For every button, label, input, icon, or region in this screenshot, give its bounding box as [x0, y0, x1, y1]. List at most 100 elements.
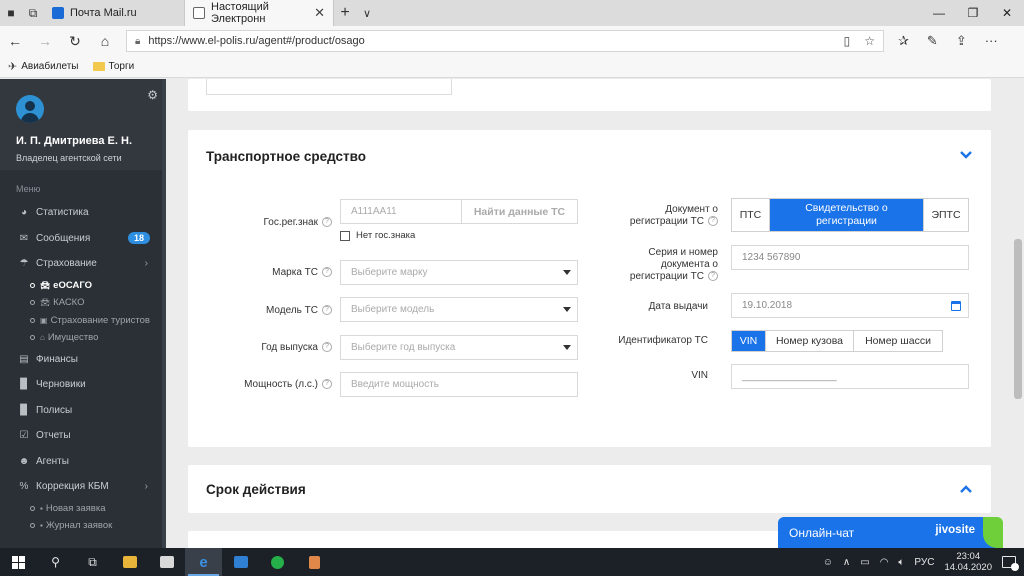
url-input[interactable]: 🔒︎ https://www.el-polis.ru/agent#/produc…: [126, 30, 884, 52]
restore-icon[interactable]: ❐: [956, 6, 990, 20]
forward-icon[interactable]: →: [30, 33, 60, 49]
sidebar-sub-new-request[interactable]: ▪ Новая заявка: [0, 500, 166, 518]
sidebar-item-insurance[interactable]: ☂ Страхование ›: [0, 251, 166, 277]
network-icon[interactable]: ▭: [860, 557, 869, 568]
doc-option-certificate[interactable]: Свидетельство о регистрации: [770, 199, 924, 231]
help-icon[interactable]: ?: [322, 267, 332, 278]
avatar[interactable]: [16, 95, 44, 123]
people-icon[interactable]: ☺: [823, 557, 833, 568]
find-vehicle-button[interactable]: Найти данные ТС: [461, 199, 578, 224]
no-plate-label: Нет гос.знака: [356, 230, 416, 241]
refresh-icon[interactable]: ↻: [60, 33, 90, 50]
reading-view-icon[interactable]: ▯: [844, 34, 851, 48]
chevron-right-icon: ›: [144, 481, 148, 493]
bookmark-aviabilety[interactable]: ✈ Авиабилеты: [8, 60, 79, 73]
share-icon[interactable]: ⇪: [956, 33, 967, 49]
chat-status-indicator: [983, 517, 1003, 548]
edge-browser-icon[interactable]: e: [185, 548, 222, 576]
sidebar-item-finance[interactable]: ▤ Финансы: [0, 347, 166, 373]
reg-number-input[interactable]: А111АА11: [340, 199, 462, 224]
tab-actions-icon[interactable]: ■: [0, 0, 22, 26]
whatsapp-icon[interactable]: [259, 548, 296, 576]
sidebar-item-label: Страхование: [36, 258, 97, 270]
doc-series-input[interactable]: 1234 567890: [731, 245, 969, 270]
new-tab-icon[interactable]: +: [334, 4, 356, 22]
window-close-icon[interactable]: ✕: [990, 6, 1024, 20]
collapse-chevron-down-icon[interactable]: [959, 148, 973, 162]
sidebar-item-messages[interactable]: ✉ Сообщения 18: [0, 226, 166, 252]
id-option-chassis[interactable]: Номер шасси: [854, 331, 942, 351]
help-icon[interactable]: ?: [708, 216, 718, 227]
year-select[interactable]: Выберите год выпуска: [340, 335, 578, 360]
volume-icon[interactable]: 🔈︎: [898, 557, 904, 568]
id-option-vin[interactable]: VIN: [732, 331, 766, 351]
label-text: регистрации ТС: [629, 216, 704, 227]
sidebar-sub-property[interactable]: ⌂ Имущество: [0, 329, 166, 347]
label-text: Мощность (л.с.): [244, 379, 318, 390]
sidebar-sub-tourists[interactable]: ▣ Страхование туристов: [0, 312, 166, 330]
bookmark-torgi[interactable]: Торги: [92, 61, 134, 72]
sidebar-item-policies[interactable]: ▉ Полисы: [0, 398, 166, 424]
document-app-icon[interactable]: [296, 548, 333, 576]
window-controls: — ❐ ✕: [922, 6, 1024, 20]
sidebar-sub-kasko[interactable]: 🚘︎ КАСКО: [0, 294, 166, 312]
store-icon[interactable]: [148, 548, 185, 576]
pen-icon[interactable]: ✎: [927, 33, 938, 49]
online-chat-widget[interactable]: Онлайн-чат jivosite: [778, 517, 1003, 548]
tab-el-polis[interactable]: Настоящий Электронн ✕: [184, 0, 334, 26]
placeholder: Выберите год выпуска: [351, 342, 456, 353]
vin-input[interactable]: _________________: [731, 364, 969, 389]
tab-mail[interactable]: Почта Mail.ru: [44, 0, 184, 26]
calendar-icon[interactable]: [951, 301, 961, 311]
file-explorer-icon[interactable]: [111, 548, 148, 576]
label-text: Гос.рег.знак: [263, 217, 318, 228]
tab-list-chevron-icon[interactable]: ∨: [356, 7, 378, 20]
no-plate-checkbox[interactable]: [340, 230, 350, 241]
help-icon[interactable]: ?: [322, 305, 332, 316]
sidebar-sub-eosago[interactable]: 🚘︎ еОСАГО: [0, 277, 166, 295]
help-icon[interactable]: ?: [708, 271, 718, 282]
power-input[interactable]: Введите мощность: [340, 372, 578, 397]
favorite-star-icon[interactable]: ☆: [864, 34, 875, 48]
bullet-icon: [30, 523, 35, 529]
task-view-icon[interactable]: ⧉: [74, 548, 111, 576]
sidebar-item-drafts[interactable]: ▉ Черновики: [0, 372, 166, 398]
gear-icon[interactable]: ⚙: [147, 88, 158, 102]
no-plate-row[interactable]: Нет гос.знака: [340, 230, 415, 241]
close-tab-icon[interactable]: ✕: [314, 5, 325, 21]
page-scrollbar[interactable]: [1012, 79, 1024, 548]
placeholder: А111АА11: [351, 206, 397, 217]
sidebar-item-statistics[interactable]: ◕ Статистика: [0, 200, 166, 226]
expand-chevron-up-icon[interactable]: [959, 482, 973, 496]
sidebar-item-reports[interactable]: ☑ Отчеты: [0, 423, 166, 449]
back-icon[interactable]: ←: [0, 33, 30, 49]
tray-chevron-up-icon[interactable]: ∧: [843, 557, 850, 568]
scrollbar-thumb[interactable]: [1014, 239, 1022, 399]
language-indicator[interactable]: РУС: [914, 557, 934, 568]
help-icon[interactable]: ?: [322, 379, 332, 390]
minimize-icon[interactable]: —: [922, 6, 956, 20]
issue-date-input[interactable]: 19.10.2018: [731, 293, 969, 318]
model-select[interactable]: Выберите модель: [340, 297, 578, 322]
wifi-icon[interactable]: ◠: [880, 557, 889, 568]
more-icon[interactable]: ···: [985, 33, 998, 49]
search-icon[interactable]: ⚲: [37, 548, 74, 576]
notifications-icon[interactable]: [1002, 556, 1019, 571]
clock[interactable]: 23:04 14.04.2020: [944, 551, 992, 573]
windows-start-icon[interactable]: [0, 548, 37, 576]
home-icon[interactable]: ⌂: [90, 33, 120, 49]
sidebar-sub-journal[interactable]: ▪ Журнал заявок: [0, 517, 166, 535]
sidebar-item-agents[interactable]: ☻ Агенты: [0, 449, 166, 475]
id-option-body[interactable]: Номер кузова: [766, 331, 854, 351]
doc-option-pts[interactable]: ПТС: [732, 199, 770, 231]
favorites-icon[interactable]: ✰: [898, 33, 909, 49]
sidebar-item-kbm[interactable]: % Коррекция КБМ ›: [0, 474, 166, 500]
help-icon[interactable]: ?: [322, 342, 332, 353]
user-role: Владелец агентской сети: [16, 153, 122, 163]
help-icon[interactable]: ?: [322, 217, 332, 228]
brand-select[interactable]: Выберите марку: [340, 260, 578, 285]
mail-app-icon[interactable]: [222, 548, 259, 576]
caret-down-icon: [563, 307, 571, 312]
doc-option-epts[interactable]: ЭПТС: [924, 199, 968, 231]
set-aside-tabs-icon[interactable]: ⧉: [22, 0, 44, 26]
